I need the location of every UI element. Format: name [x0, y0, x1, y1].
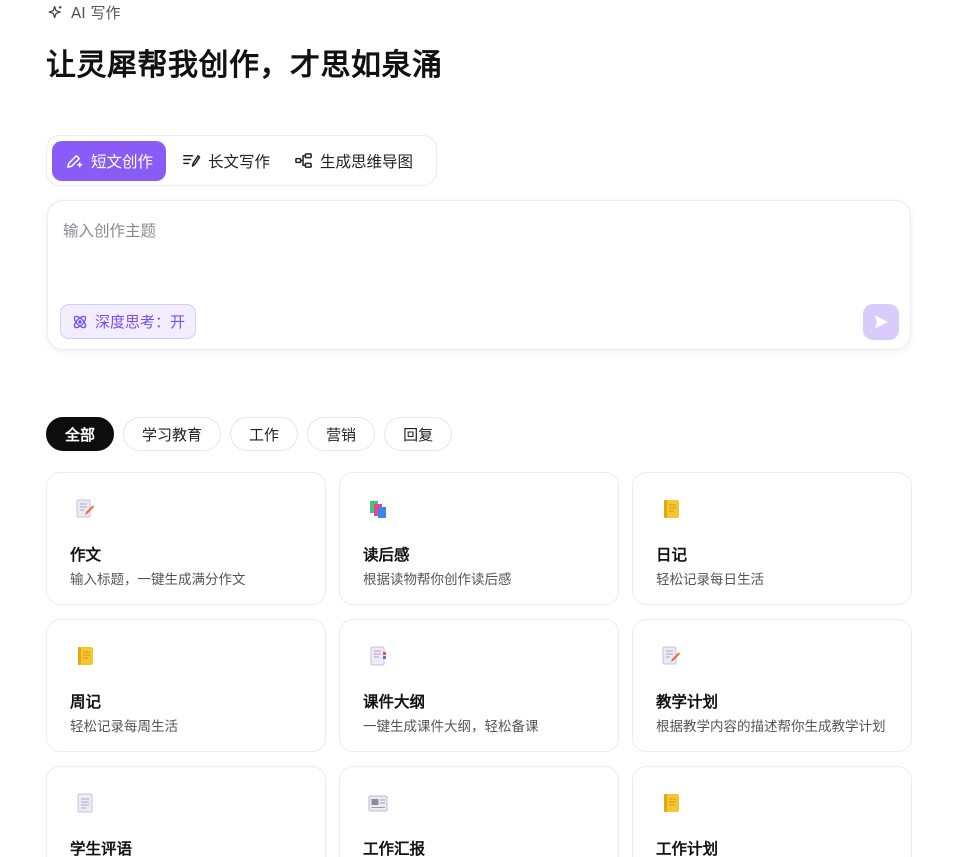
tab-label: 生成思维导图 — [320, 152, 414, 171]
sparkle-icon — [48, 5, 62, 18]
template-card-diary[interactable]: 日记 轻松记录每日生活 — [632, 472, 912, 605]
card-desc: 根据读物帮你创作读后感 — [363, 572, 512, 588]
template-card-reading-reflection[interactable]: 读后感 根据读物帮你创作读后感 — [339, 472, 619, 605]
card-desc: 轻松记录每周生活 — [70, 719, 178, 735]
filter-work[interactable]: 工作 — [230, 417, 299, 451]
card-title: 学生评语 — [70, 840, 133, 857]
card-title: 工作汇报 — [363, 840, 426, 857]
card-title: 周记 — [70, 693, 102, 711]
card-desc: 轻松记录每日生活 — [656, 572, 764, 588]
breadcrumb-label: AI 写作 — [71, 3, 121, 22]
ledger-icon — [370, 646, 386, 666]
page-icon — [77, 793, 93, 813]
card-title: 读后感 — [363, 546, 410, 564]
page-title: 让灵犀帮我创作，才思如泉涌 — [46, 48, 443, 83]
filter-reply[interactable]: 回复 — [384, 417, 453, 451]
card-title: 作文 — [70, 546, 102, 564]
notebook-icon — [664, 500, 679, 518]
category-filters: 全部 学习教育 工作 营销 回复 — [46, 417, 453, 451]
template-card-teaching-plan[interactable]: 教学计划 根据教学内容的描述帮你生成教学计划 — [632, 619, 912, 752]
template-card-student-comments[interactable]: 学生评语 — [46, 766, 326, 857]
mindmap-icon — [295, 153, 312, 168]
tab-label: 短文创作 — [91, 152, 154, 171]
card-title: 教学计划 — [656, 693, 719, 711]
template-card-course-outline[interactable]: 课件大纲 一键生成课件大纲，轻松备课 — [339, 619, 619, 752]
mode-tabs: 短文创作 长文写作 生成思维导图 — [46, 135, 437, 186]
template-card-work-report[interactable]: 工作汇报 — [339, 766, 619, 857]
card-title: 工作计划 — [656, 840, 719, 857]
template-card-weekly-journal[interactable]: 周记 轻松记录每周生活 — [46, 619, 326, 752]
filter-marketing[interactable]: 营销 — [307, 417, 376, 451]
card-title: 课件大纲 — [363, 693, 426, 711]
send-button[interactable] — [863, 304, 899, 340]
template-grid: 作文 输入标题，一键生成满分作文 读后感 根据读物帮你创作读后感 日记 轻松记录… — [46, 472, 912, 857]
long-text-icon — [183, 154, 201, 167]
memo-icon — [76, 499, 95, 518]
card-title: 日记 — [656, 546, 688, 564]
atom-icon — [73, 315, 87, 328]
template-card-essay[interactable]: 作文 输入标题，一键生成满分作文 — [46, 472, 326, 605]
notebook-icon — [664, 794, 679, 812]
breadcrumb: AI 写作 — [47, 3, 121, 22]
pen-sparkle-icon — [67, 154, 83, 168]
deep-think-toggle[interactable]: 深度思考：开 — [60, 304, 197, 339]
topic-input[interactable] — [63, 219, 893, 289]
books-icon — [370, 501, 386, 518]
filter-all[interactable]: 全部 — [46, 417, 115, 451]
template-card-work-plan[interactable]: 工作计划 — [632, 766, 912, 857]
tab-label: 长文写作 — [208, 152, 271, 171]
newspaper-icon — [368, 795, 388, 812]
memo-icon — [662, 646, 681, 665]
deep-think-label: 深度思考：开 — [95, 313, 186, 331]
card-desc: 根据教学内容的描述帮你生成教学计划 — [656, 719, 886, 735]
filter-education[interactable]: 学习教育 — [123, 417, 222, 451]
card-desc: 一键生成课件大纲，轻松备课 — [363, 719, 539, 735]
card-desc: 输入标题，一键生成满分作文 — [70, 572, 246, 588]
composer: 深度思考：开 — [47, 200, 911, 350]
tab-long-writing[interactable]: 长文写作 — [170, 141, 282, 181]
notebook-icon — [78, 647, 93, 665]
send-icon — [874, 315, 889, 329]
tab-mindmap[interactable]: 生成思维导图 — [282, 141, 425, 181]
tab-short-writing[interactable]: 短文创作 — [52, 140, 167, 181]
